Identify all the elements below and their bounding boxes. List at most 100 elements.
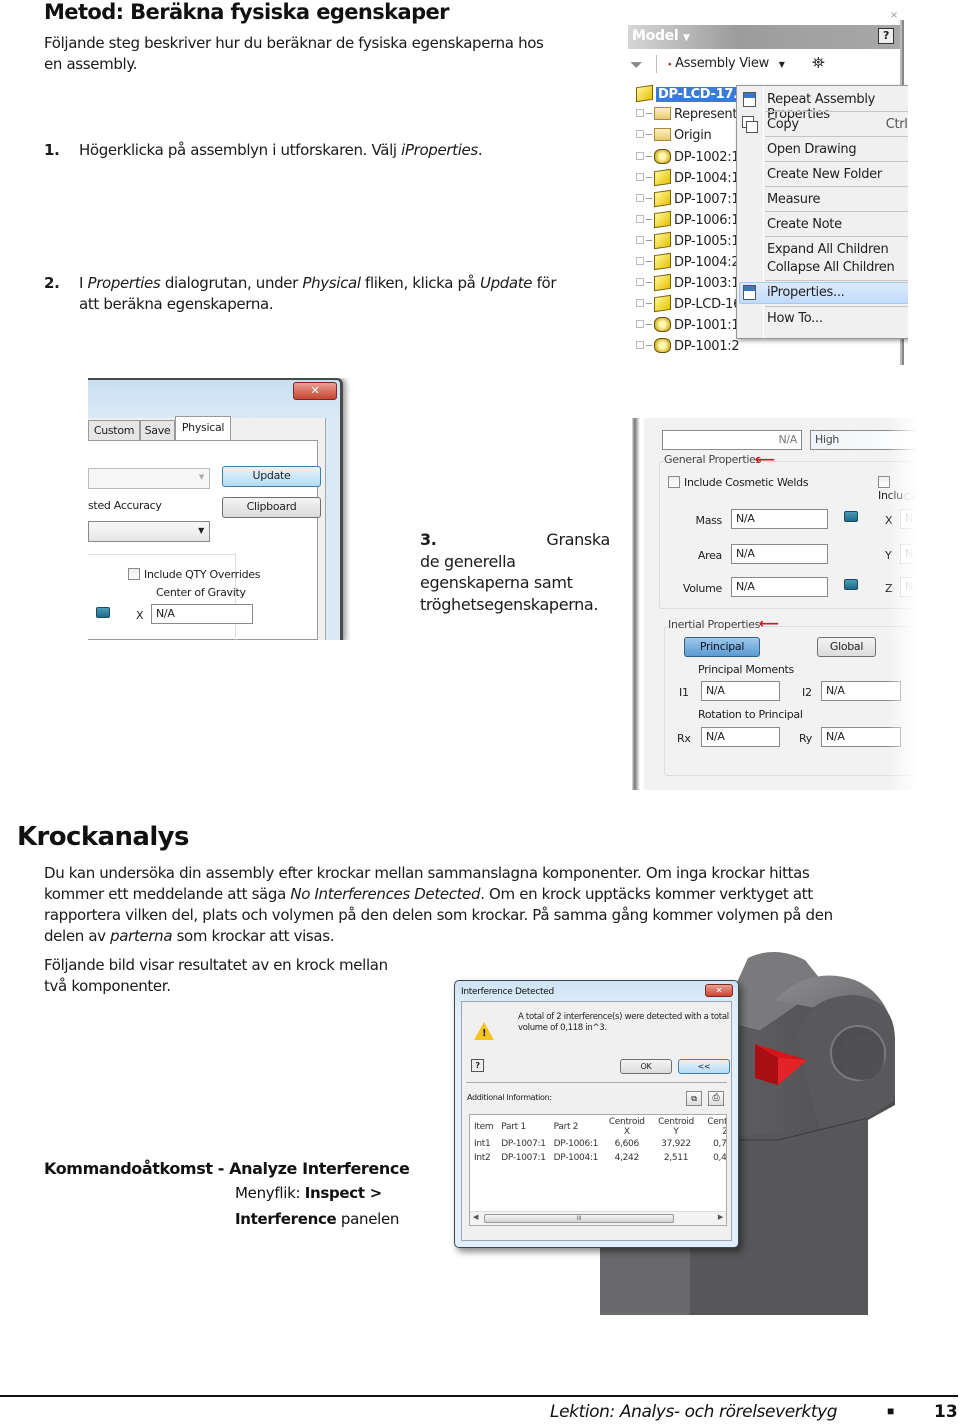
tree-item[interactable]: DP-1006:1 — [636, 210, 740, 233]
expand-icon[interactable] — [636, 194, 644, 202]
assembly-view-dropdown[interactable]: ⬩ Assembly View ▼ — [668, 56, 785, 71]
expand-icon[interactable] — [636, 173, 644, 181]
accuracy-dropdown[interactable]: ▼ — [88, 521, 210, 542]
tree-item[interactable]: DP-1001:2 — [636, 338, 740, 359]
help-icon[interactable]: ? — [471, 1059, 484, 1072]
calculator-icon[interactable] — [844, 579, 858, 590]
menu-separator — [765, 211, 908, 212]
step-1-text: Högerklicka på assemblyn i utforskaren. … — [79, 141, 402, 159]
ok-button[interactable]: OK — [620, 1059, 672, 1074]
horizontal-scrollbar[interactable]: ◀ III ▶ — [470, 1211, 726, 1225]
clipboard-button[interactable]: Clipboard — [222, 497, 321, 518]
caption-line: två komponenter. — [44, 977, 171, 995]
i1-field[interactable]: N/A — [701, 681, 780, 701]
tree-item[interactable]: Representa — [636, 107, 745, 128]
volume-field[interactable]: N/A — [731, 577, 828, 597]
help-icon[interactable]: ? — [878, 28, 894, 44]
context-menu-item[interactable]: Create Note — [767, 217, 908, 232]
principal-button[interactable]: Principal — [684, 637, 760, 657]
filter-icon[interactable]: ⏷ — [630, 55, 643, 75]
context-menu-item[interactable]: Measure▶ — [767, 192, 908, 207]
table-row[interactable]: Int1 DP-1007:1 DP-1006:1 6,606 37,922 0,729 — [470, 1137, 726, 1151]
browser-title-bar[interactable]: Model ▼ ? — [628, 25, 900, 49]
menu-path-line-1: Menyflik: Inspect > — [235, 1180, 444, 1206]
context-menu-item[interactable]: Copy Ctrl+C — [767, 117, 908, 132]
em-no-interferences: No Interferences Detected — [290, 885, 481, 903]
material-dropdown[interactable]: ▼ — [88, 468, 210, 489]
tree-item-label: DP-1005:1 — [674, 234, 740, 249]
column-header[interactable]: Centroid Z — [701, 1117, 726, 1137]
expand-icon[interactable] — [636, 278, 644, 286]
rx-field[interactable]: N/A — [701, 727, 780, 747]
column-header[interactable]: Item — [470, 1117, 497, 1137]
copy-to-clipboard-button[interactable]: ⧉ — [686, 1091, 702, 1106]
table-cell: DP-1007:1 — [501, 1139, 546, 1149]
expand-icon[interactable] — [636, 130, 644, 138]
scroll-thumb[interactable]: III — [484, 1214, 674, 1223]
footer-rule — [0, 1395, 958, 1397]
tree-connector — [646, 219, 652, 220]
checkbox[interactable] — [668, 476, 680, 488]
include-welds-checkbox[interactable]: Include Cosmetic Welds — [668, 476, 809, 489]
tab-save[interactable]: Save — [140, 420, 175, 440]
dialog-close-button[interactable]: ✕ — [293, 382, 337, 400]
model-dropdown[interactable]: Model ▼ — [632, 28, 690, 44]
tree-item[interactable]: DP-LCD-16( — [636, 294, 746, 317]
cog-x-field[interactable]: N/A — [151, 604, 253, 624]
global-button[interactable]: Global — [817, 637, 876, 657]
tree-connector — [646, 303, 652, 304]
column-header[interactable]: Centroid Y — [652, 1117, 701, 1137]
tab-custom[interactable]: Custom — [88, 420, 140, 440]
tree-item[interactable]: DP-1001:1 — [636, 317, 740, 338]
column-header[interactable]: Part 2 — [550, 1117, 602, 1137]
tree-item[interactable]: DP-1003:1 — [636, 273, 740, 296]
tab-physical[interactable]: Physical — [175, 416, 231, 441]
context-menu-item[interactable]: Expand All Children — [767, 242, 908, 257]
mass-field[interactable]: N/A — [731, 509, 828, 529]
expand-icon[interactable] — [636, 341, 644, 349]
panel-close-icon[interactable]: × — [890, 10, 898, 21]
top-value-field[interactable]: N/A — [662, 430, 802, 450]
step-3-text: de generella — [420, 551, 516, 571]
checkbox[interactable] — [128, 568, 140, 580]
expand-icon[interactable] — [636, 152, 644, 160]
expand-icon[interactable] — [636, 299, 644, 307]
tree-item[interactable]: DP-1002:1 — [636, 149, 740, 170]
fade-right — [887, 418, 917, 790]
expand-icon[interactable] — [636, 109, 644, 117]
expand-icon[interactable] — [636, 236, 644, 244]
tree-item[interactable]: DP-1005:1 — [636, 231, 740, 254]
expand-icon[interactable] — [636, 257, 644, 265]
tree-item[interactable]: DP-1004:2 — [636, 252, 740, 275]
message-line: volume of 0,118 in^3. — [518, 1023, 607, 1033]
scroll-left-arrow[interactable]: ◀ — [473, 1213, 478, 1221]
calculator-icon[interactable] — [96, 607, 110, 618]
context-menu-item[interactable]: Collapse All Children — [767, 260, 908, 275]
tree-connector — [646, 198, 652, 199]
update-button[interactable]: Update — [222, 466, 321, 487]
collapse-button[interactable]: << — [678, 1059, 730, 1074]
tree-item[interactable]: DP-1007:1 — [636, 189, 740, 212]
scroll-right-arrow[interactable]: ▶ — [718, 1213, 723, 1221]
print-button[interactable]: ⎙ — [708, 1091, 724, 1106]
dialog-close-button[interactable]: ✕ — [705, 984, 733, 997]
tree-item-label: DP-1001:1 — [674, 318, 740, 333]
step-3-number: 3. — [420, 530, 437, 549]
tree-item[interactable]: Origin — [636, 128, 712, 149]
context-menu-item[interactable]: Open Drawing — [767, 142, 908, 157]
expand-icon[interactable] — [636, 320, 644, 328]
expand-icon[interactable] — [636, 215, 644, 223]
area-field[interactable]: N/A — [731, 544, 828, 564]
menu-separator — [765, 161, 908, 162]
tree-item[interactable]: DP-LCD-17.ia — [636, 84, 753, 107]
context-menu-item[interactable]: How To... — [767, 311, 908, 326]
context-menu-item[interactable]: iProperties... — [767, 285, 908, 300]
calculator-icon[interactable] — [844, 511, 858, 522]
include-qty-checkbox[interactable]: Include QTY Overrides — [128, 568, 260, 581]
context-menu-item[interactable]: Create New Folder — [767, 167, 908, 182]
column-header[interactable]: Centroid X — [602, 1117, 651, 1137]
tree-item[interactable]: DP-1004:1 — [636, 168, 740, 191]
column-header[interactable]: Part 1 — [497, 1117, 549, 1137]
find-binoculars-icon[interactable]: ⛯ — [812, 53, 825, 73]
table-row[interactable]: Int2 DP-1007:1 DP-1004:1 4,242 2,511 0,468 — [470, 1151, 726, 1165]
